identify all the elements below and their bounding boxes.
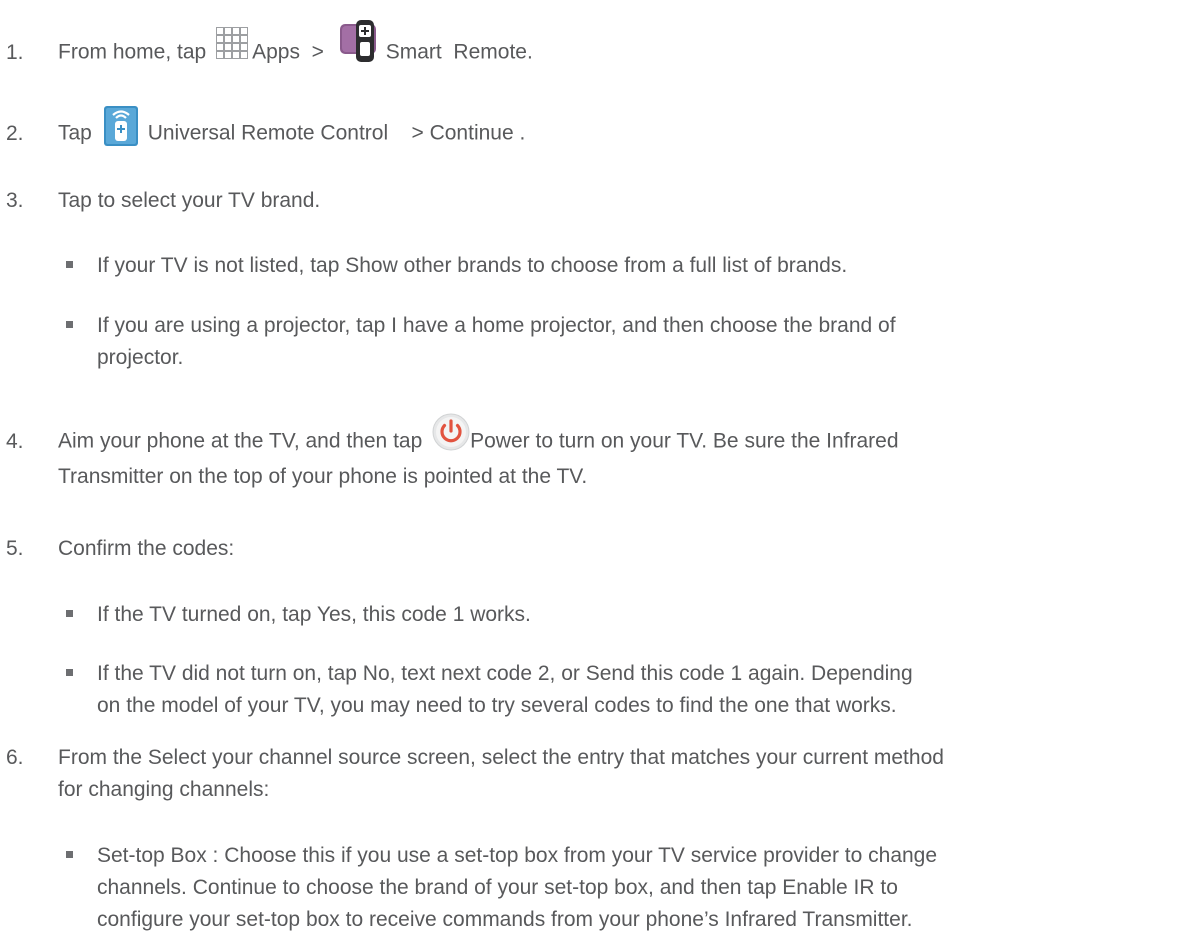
bullet-marker — [66, 668, 73, 676]
bullet-item: Set-top Box : Choose this if you use a s… — [66, 840, 937, 936]
bullet-item: If your TV is not listed, tap Show other… — [66, 250, 847, 282]
step-number: 3. — [6, 189, 24, 212]
step-text: From the Select your channel source scre… — [58, 746, 944, 769]
period: . — [519, 121, 526, 145]
bullet-marker — [66, 260, 73, 268]
step-text: Confirm the codes: — [58, 537, 235, 560]
step-2: 2. Tap Universal Remote Control > Continu… — [6, 106, 526, 154]
step-number: 4. — [6, 429, 24, 453]
bullet-text-continued: channels. Continue to choose the brand o… — [97, 876, 898, 899]
bullet-text: If you are using a projector, tap I have… — [97, 314, 896, 337]
step-1: 1. From home, tap Apps > Smart Remote. — [6, 20, 533, 76]
bullet-text: If your TV is not listed, tap Show other… — [97, 254, 848, 277]
bullet-item: If the TV turned on, tap Yes, this code … — [66, 599, 531, 631]
step-3: 3. Tap to select your TV brand. — [6, 185, 320, 217]
bullet-text-continued: on the model of your TV, you may need to… — [97, 694, 897, 717]
bullet-text-continued: projector. — [97, 346, 184, 369]
bullet-text-continued: configure your set-top box to receive co… — [97, 908, 913, 931]
smart-label: Smart — [385, 40, 442, 64]
step-5: 5. Confirm the codes: — [6, 533, 234, 565]
apps-label: Apps — [252, 40, 300, 64]
power-label: Power — [470, 429, 530, 453]
bullet-marker — [66, 609, 73, 617]
universal-remote-icon — [103, 106, 138, 146]
step-4: 4. Aim your phone at the TV, and then tap… — [6, 413, 899, 493]
step-number: 2. — [6, 121, 24, 145]
step-text: to turn on your TV. Be sure the Infrared — [535, 429, 899, 453]
remote-label: Remote — [453, 40, 527, 64]
continue-label: > Continue — [411, 121, 514, 145]
bullet-marker — [66, 320, 73, 328]
bullet-marker — [66, 850, 73, 858]
step-number: 6. — [6, 746, 24, 769]
bullet-item: If the TV did not turn on, tap No, text … — [66, 658, 913, 722]
smart-remote-icon — [338, 18, 384, 64]
step-text: Tap — [58, 121, 92, 145]
separator: > — [311, 40, 324, 64]
instructions-document: 1. From home, tap Apps > Smart Remote. 2… — [0, 0, 1192, 949]
step-number: 1. — [6, 40, 24, 64]
bullet-text: If the TV did not turn on, tap No, text … — [97, 662, 913, 685]
power-icon — [432, 413, 470, 451]
step-text-continued: Transmitter on the top of your phone is … — [58, 465, 588, 488]
universal-remote-label: Universal Remote Control — [147, 121, 389, 145]
step-6: 6. From the Select your channel source sc… — [6, 742, 944, 806]
step-number: 5. — [6, 537, 24, 560]
bullet-item: If you are using a projector, tap I have… — [66, 310, 896, 374]
step-text: Aim your phone at the TV, and then tap — [58, 429, 423, 453]
step-text: From home, tap — [58, 40, 207, 64]
bullet-text: If the TV turned on, tap Yes, this code … — [97, 603, 531, 626]
step-text-continued: for changing channels: — [58, 778, 270, 801]
period: . — [526, 40, 533, 64]
step-text: Tap to select your TV brand. — [58, 189, 321, 212]
apps-grid-icon — [216, 26, 249, 60]
bullet-text: Set-top Box : Choose this if you use a s… — [97, 844, 938, 867]
